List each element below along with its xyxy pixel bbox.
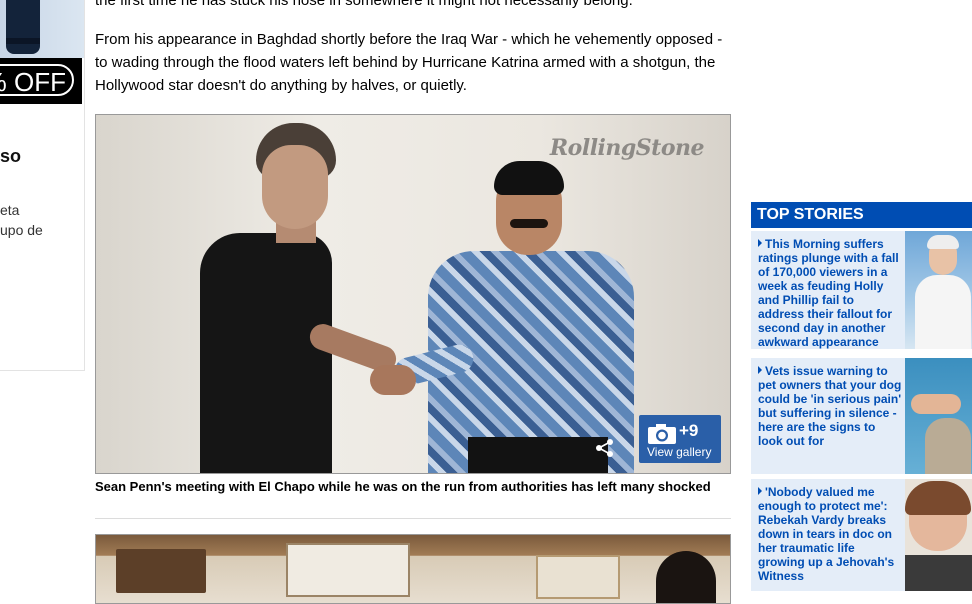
photo-figure-right-hair (494, 161, 564, 195)
top-story-headline-text[interactable]: This Morning suffers ratings plunge with… (758, 237, 899, 349)
promo-discount-label: % OFF (0, 64, 74, 96)
article-paragraph: the first time he has stuck his nose in … (95, 0, 633, 9)
article-photo[interactable]: RollingStone +9 View gallery (95, 114, 731, 474)
thumb-child-hair (905, 481, 971, 515)
top-story-thumbnail[interactable] (905, 358, 972, 474)
top-story-thumbnail[interactable] (905, 479, 972, 591)
promo-garment (6, 0, 40, 54)
rolling-stone-watermark: RollingStone (549, 135, 705, 161)
photo2-shelf (116, 549, 206, 593)
gallery-label: View gallery (647, 445, 712, 459)
rail-heading[interactable]: so (0, 146, 21, 167)
share-icon[interactable] (594, 437, 616, 459)
rail-text-line: eta (0, 202, 20, 218)
caption-divider (95, 518, 731, 519)
photo-handshake (370, 365, 416, 395)
top-stories-header[interactable]: TOP STORIES (751, 202, 972, 228)
promo-discount-badge[interactable]: % OFF (0, 58, 82, 104)
photo2-panel (286, 543, 410, 597)
thumb-figure-hair (927, 235, 959, 249)
promo-image[interactable] (0, 0, 84, 58)
photo2-person (656, 551, 716, 603)
top-story-thumbnail[interactable] (905, 231, 972, 349)
thumb-lower-photo (905, 555, 972, 591)
promo-garment-cuff (6, 38, 40, 44)
top-story-headline-text[interactable]: Vets issue warning to pet owners that yo… (758, 364, 901, 448)
top-story-headline[interactable]: This Morning suffers ratings plunge with… (758, 237, 902, 349)
view-gallery-button[interactable]: +9 View gallery (639, 415, 721, 463)
top-story-item[interactable]: This Morning suffers ratings plunge with… (751, 231, 972, 349)
triangle-right-icon (758, 239, 762, 247)
rail-text-line: upo de (0, 222, 43, 238)
photo-caption: Sean Penn's meeting with El Chapo while … (95, 479, 711, 494)
top-story-item[interactable]: Vets issue warning to pet owners that yo… (751, 358, 972, 474)
top-story-headline-text[interactable]: 'Nobody valued me enough to protect me':… (758, 485, 894, 583)
top-story-headline[interactable]: Vets issue warning to pet owners that yo… (758, 364, 902, 448)
thumb-cat (925, 418, 971, 474)
photo-figure-right-mustache (510, 219, 548, 228)
photo-background (96, 115, 730, 473)
photo-figure-left-torso (200, 233, 332, 473)
left-rail: % OFF so eta upo de (0, 0, 85, 371)
photo-figure-left-head (262, 145, 328, 229)
gallery-count: +9 (679, 421, 699, 440)
thumb-figure-body (915, 275, 971, 349)
top-story-item[interactable]: 'Nobody valued me enough to protect me':… (751, 479, 972, 591)
article-paragraph: From his appearance in Baghdad shortly b… (95, 31, 723, 94)
triangle-right-icon (758, 366, 762, 374)
camera-icon (648, 424, 676, 444)
thumb-arm (911, 394, 961, 414)
rail-text: eta upo de (0, 200, 43, 240)
article-photo-2[interactable] (95, 534, 731, 604)
top-story-headline[interactable]: 'Nobody valued me enough to protect me':… (758, 485, 902, 583)
triangle-right-icon (758, 487, 762, 495)
photo-figure-right-pants (468, 437, 608, 473)
right-column: TOP STORIES This Morning suffers ratings… (751, 0, 972, 591)
photo2-frame (536, 555, 620, 599)
ad-slot (751, 0, 972, 200)
